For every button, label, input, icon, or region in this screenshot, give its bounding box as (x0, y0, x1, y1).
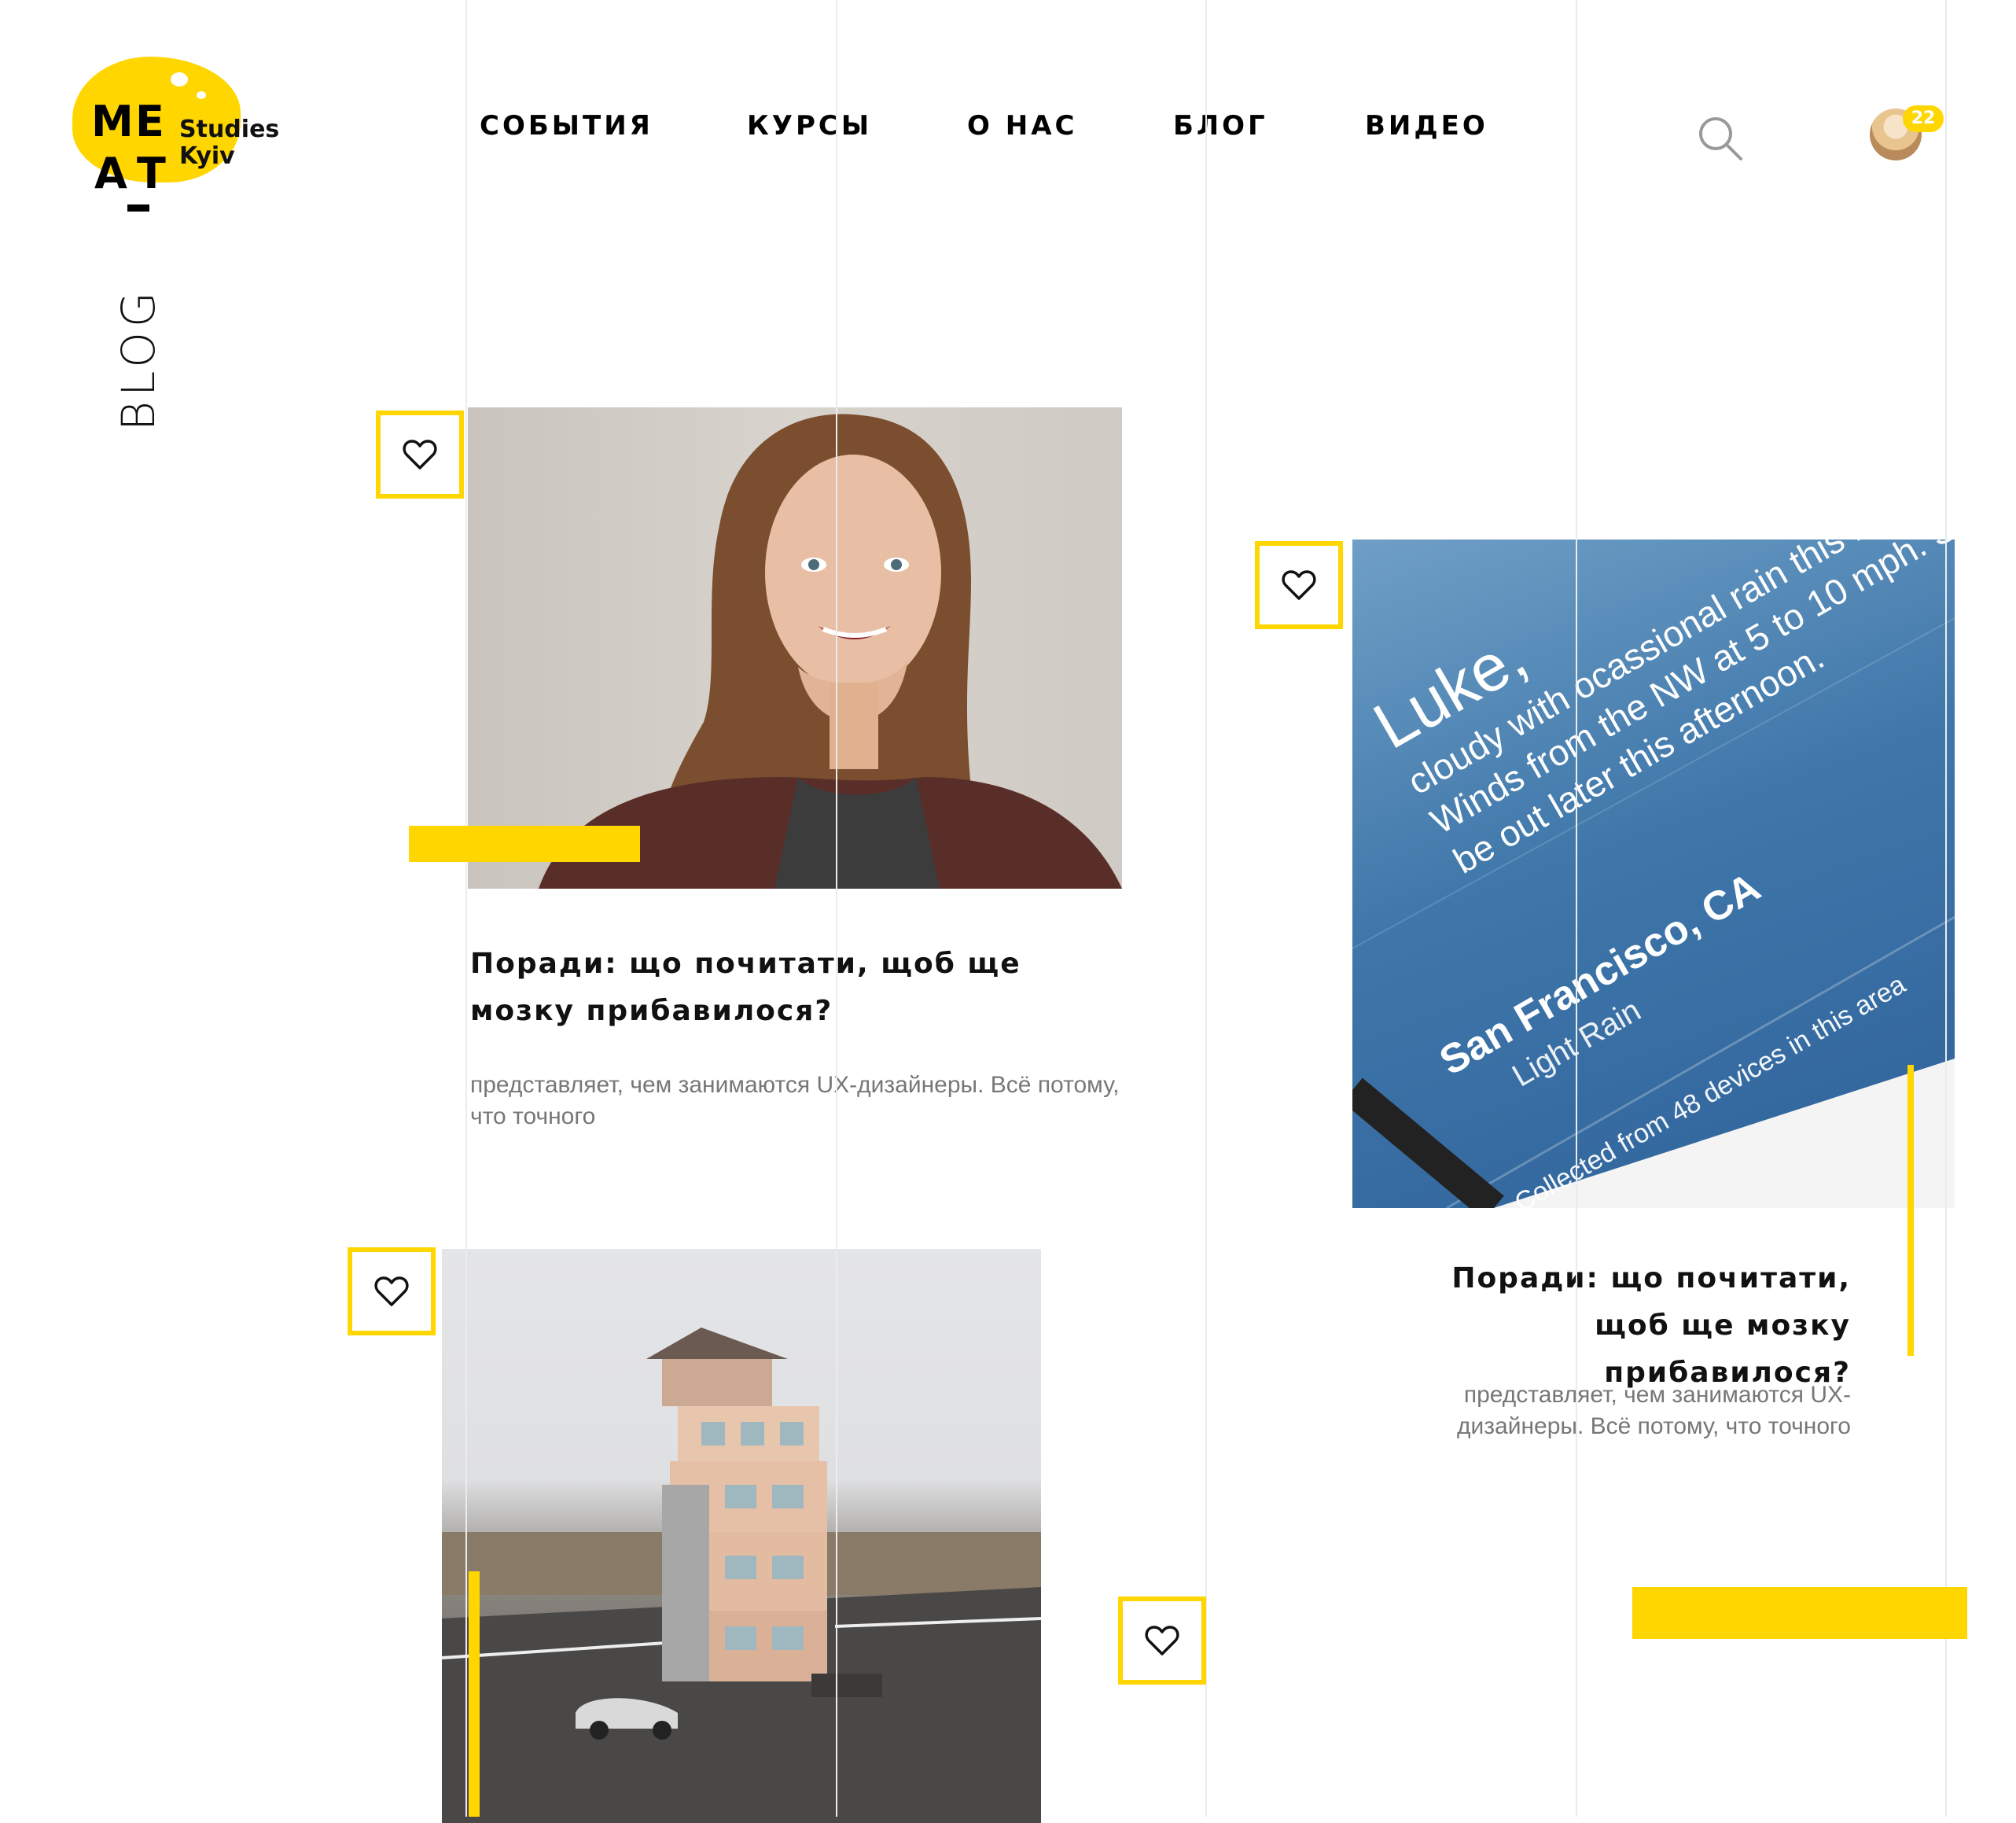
notification-badge: 22 (1903, 105, 1944, 132)
grid-line (1205, 0, 1207, 1817)
logo-bar (127, 204, 149, 212)
accent-bar (1907, 1065, 1914, 1356)
logo-letter: T (137, 149, 166, 198)
search-icon[interactable] (1697, 115, 1744, 162)
post-image-portrait[interactable] (468, 407, 1122, 889)
logo-letter: E (135, 97, 164, 146)
post-excerpt: представляет, чем занимаются UX-дизайнер… (1457, 1382, 1851, 1439)
nav-item-courses[interactable]: КУРСЫ (747, 110, 872, 142)
nav-item-about[interactable]: О НАС (967, 110, 1077, 142)
logo-letter: M (91, 97, 134, 146)
heart-icon (1145, 1626, 1179, 1655)
logo-subtitle: Studies Kyiv (179, 116, 279, 170)
post-image-weather[interactable]: Luke, cloudy with ocassional rain this m… (1352, 540, 1955, 1208)
heart-icon (374, 1276, 409, 1306)
logo-letter: A (94, 149, 127, 198)
nav-item-blog[interactable]: БЛОГ (1173, 110, 1268, 142)
grid-line (1945, 0, 1947, 1817)
grid-line (836, 0, 837, 1817)
logo-kyiv: Kyiv (179, 142, 235, 170)
like-button[interactable] (376, 411, 464, 499)
post-excerpt: представляет, чем занимаются UX-дизайнер… (470, 1072, 1120, 1129)
grid-line (1576, 0, 1577, 1817)
post-title[interactable]: Поради: що почитати, щоб ще мозку прибав… (1384, 1255, 1851, 1397)
grid-line (465, 0, 467, 1817)
accent-bar (1632, 1587, 1967, 1639)
nav-item-video[interactable]: ВИДЕО (1365, 110, 1488, 142)
logo[interactable]: M E A T Studies Kyiv (72, 57, 308, 222)
section-label: BLOG (112, 287, 165, 431)
logo-highlight (171, 72, 188, 87)
nav-item-events[interactable]: СОБЫТИЯ (480, 110, 653, 142)
heart-icon (1282, 570, 1316, 600)
logo-studies: Studies (179, 116, 280, 143)
heart-icon (403, 440, 437, 470)
accent-bar (409, 826, 640, 862)
accent-bar (469, 1571, 480, 1817)
logo-highlight (197, 91, 206, 99)
like-button[interactable] (348, 1247, 436, 1335)
post-title[interactable]: Поради: що почитати, щоб ще мозку прибав… (470, 941, 1099, 1035)
like-button[interactable] (1255, 541, 1343, 629)
like-button[interactable] (1118, 1597, 1206, 1685)
post-image-building[interactable] (442, 1249, 1041, 1823)
